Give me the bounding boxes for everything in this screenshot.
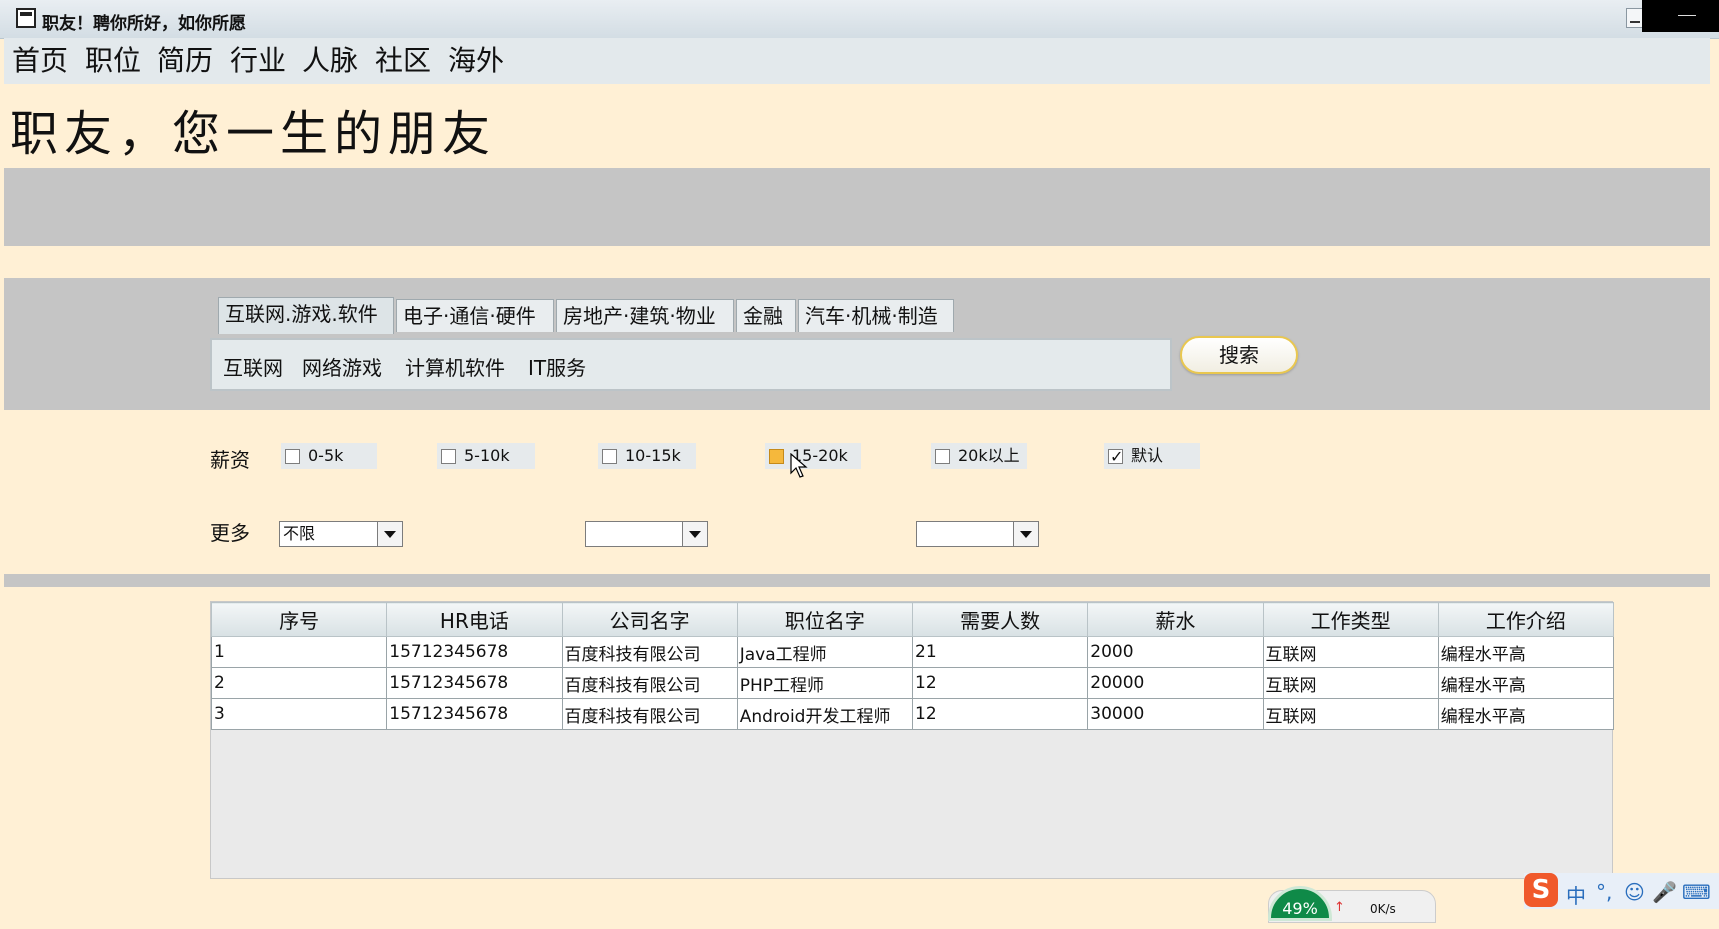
- mouse-cursor-icon: [790, 453, 808, 478]
- column-header[interactable]: 序号: [210, 602, 388, 637]
- cell-index[interactable]: 1: [210, 636, 388, 668]
- column-header[interactable]: HR电话: [386, 602, 563, 637]
- chevron-down-icon[interactable]: [682, 522, 707, 546]
- column-header[interactable]: 职位名字: [736, 602, 914, 637]
- cell-hr-phone[interactable]: 15712345678: [386, 698, 563, 730]
- cell-job-type[interactable]: 互联网: [1262, 667, 1439, 699]
- cell-headcount[interactable]: 12: [911, 667, 1089, 699]
- salary-option-default[interactable]: 默认: [1104, 443, 1200, 470]
- salary-option-15-20k[interactable]: 15-20k: [765, 443, 861, 469]
- menu-bar: 首页 职位 简历 行业 人脉 社区 海外: [4, 38, 1710, 84]
- cell-hr-phone[interactable]: 15712345678: [386, 636, 563, 668]
- checkbox[interactable]: [441, 449, 456, 464]
- checkbox[interactable]: [769, 449, 784, 464]
- column-header[interactable]: 需要人数: [911, 602, 1089, 637]
- tab-finance[interactable]: 金融: [736, 299, 796, 332]
- subcat-online-games[interactable]: 网络游戏: [302, 352, 382, 381]
- banner-slogan: 职友，您一生的朋友: [10, 106, 497, 162]
- search-button[interactable]: 搜索: [1180, 336, 1298, 374]
- salary-option-10-15k[interactable]: 10-15k: [598, 443, 696, 469]
- window-title: 职友！聘你所好，如你所愿: [42, 14, 246, 34]
- cell-job-type[interactable]: 互联网: [1262, 636, 1439, 668]
- checkbox[interactable]: [935, 449, 950, 464]
- menu-item-industry[interactable]: 行业: [230, 45, 286, 77]
- cell-hr-phone[interactable]: 15712345678: [386, 667, 563, 699]
- cell-company[interactable]: 百度科技有限公司: [561, 636, 738, 668]
- sogou-ime-icon[interactable]: S: [1524, 873, 1558, 907]
- subcat-computer-software[interactable]: 计算机软件: [405, 352, 505, 381]
- cell-company[interactable]: 百度科技有限公司: [561, 667, 738, 699]
- tab-electronics-telecom-hardware[interactable]: 电子·通信·硬件: [396, 299, 554, 332]
- job-table: 序号 HR电话 公司名字 职位名字 需要人数 薪水 工作类型 工作介绍 1 15…: [210, 601, 1615, 879]
- ime-keyboard-icon[interactable]: ⌨: [1682, 880, 1711, 904]
- cell-index[interactable]: 2: [210, 667, 388, 699]
- salary-option-0-5k[interactable]: 0-5k: [281, 443, 377, 469]
- cell-salary[interactable]: 20000: [1087, 667, 1264, 699]
- app-window-icon: [16, 8, 36, 28]
- cell-position[interactable]: Android开发工程师: [736, 698, 914, 730]
- title-bar: [0, 0, 1719, 39]
- ime-chinese-mode[interactable]: 中: [1566, 880, 1586, 909]
- cell-description[interactable]: 编程水平高: [1437, 667, 1615, 699]
- cell-job-type[interactable]: 互联网: [1262, 698, 1439, 730]
- cell-company[interactable]: 百度科技有限公司: [561, 698, 738, 730]
- ime-voice-icon[interactable]: 🎤: [1652, 880, 1677, 904]
- column-header[interactable]: 工作介绍: [1437, 602, 1615, 637]
- cell-headcount[interactable]: 12: [911, 698, 1089, 730]
- checkbox-checked[interactable]: [1108, 444, 1123, 470]
- ime-emoji-icon[interactable]: ☺: [1624, 880, 1645, 904]
- cell-description[interactable]: 编程水平高: [1437, 636, 1615, 668]
- table-row[interactable]: 1 15712345678 百度科技有限公司 Java工程师 21 2000 互…: [210, 636, 1615, 668]
- table-header-row: 序号 HR电话 公司名字 职位名字 需要人数 薪水 工作类型 工作介绍: [210, 602, 1615, 637]
- menu-item-community[interactable]: 社区: [375, 45, 431, 77]
- cell-index[interactable]: 3: [210, 698, 388, 730]
- tab-realestate-construction[interactable]: 房地产·建筑·物业: [556, 299, 734, 332]
- table-row[interactable]: 3 15712345678 百度科技有限公司 Android开发工程师 12 3…: [210, 698, 1615, 730]
- cell-headcount[interactable]: 21: [911, 636, 1089, 668]
- menu-item-network[interactable]: 人脉: [302, 45, 358, 77]
- column-header[interactable]: 公司名字: [561, 602, 738, 637]
- cell-salary[interactable]: 30000: [1087, 698, 1264, 730]
- salary-option-20k-plus[interactable]: 20k以上: [931, 443, 1027, 469]
- subcat-it-services[interactable]: IT服务: [528, 352, 586, 381]
- chevron-down-icon[interactable]: [1013, 522, 1038, 546]
- more-combo-2[interactable]: [585, 521, 708, 547]
- net-speed-readout: 0K/s: [1370, 902, 1396, 916]
- more-combo-3[interactable]: [916, 521, 1039, 547]
- job-table-grid: 序号 HR电话 公司名字 职位名字 需要人数 薪水 工作类型 工作介绍 1 15…: [210, 602, 1615, 730]
- subcat-internet[interactable]: 互联网: [223, 352, 283, 381]
- salary-label: 薪资: [210, 448, 250, 472]
- chevron-down-icon[interactable]: [377, 522, 402, 546]
- subcategory-panel: 互联网 网络游戏 计算机软件 IT服务: [210, 338, 1172, 391]
- checkbox[interactable]: [602, 449, 617, 464]
- cell-description[interactable]: 编程水平高: [1437, 698, 1615, 730]
- column-header[interactable]: 工作类型: [1262, 602, 1439, 637]
- ime-punctuation[interactable]: °,: [1596, 880, 1612, 904]
- cell-salary[interactable]: 2000: [1087, 636, 1264, 668]
- tab-auto-machinery[interactable]: 汽车·机械·制造: [798, 299, 954, 332]
- salary-option-5-10k[interactable]: 5-10k: [437, 443, 535, 469]
- upload-arrow-icon: ↑: [1334, 900, 1345, 915]
- more-combo-1[interactable]: 不限: [279, 521, 403, 547]
- menu-item-overseas[interactable]: 海外: [448, 45, 504, 77]
- ad-strip: [4, 168, 1710, 246]
- section-divider: [4, 574, 1710, 587]
- window-controls-overlay: [1642, 0, 1719, 32]
- checkbox[interactable]: [285, 449, 300, 464]
- tab-internet-games-software[interactable]: 互联网.游戏.软件: [218, 297, 394, 334]
- table-row[interactable]: 2 15712345678 百度科技有限公司 PHP工程师 12 20000 互…: [210, 667, 1615, 699]
- more-label: 更多: [210, 521, 250, 545]
- cell-position[interactable]: PHP工程师: [736, 667, 914, 699]
- menu-item-resume[interactable]: 简历: [157, 45, 213, 77]
- menu-item-jobs[interactable]: 职位: [85, 45, 141, 77]
- menu-item-home[interactable]: 首页: [12, 45, 68, 77]
- cell-position[interactable]: Java工程师: [736, 636, 914, 668]
- column-header[interactable]: 薪水: [1087, 602, 1264, 637]
